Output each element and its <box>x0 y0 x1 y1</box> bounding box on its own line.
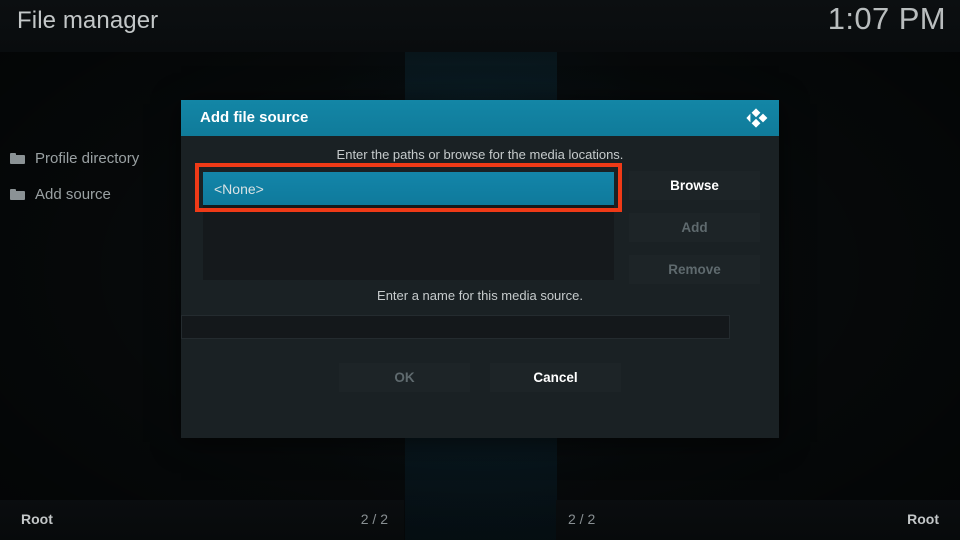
add-file-source-dialog: Add file source Enter the paths or brows… <box>181 100 779 438</box>
folder-icon <box>10 152 25 164</box>
add-button[interactable]: Add <box>629 213 760 242</box>
path-list-row-label: <None> <box>214 180 264 197</box>
page-title: File manager <box>17 7 159 34</box>
status-bar-right: 2 / 2 Root <box>556 500 960 540</box>
list-item-label: Profile directory <box>35 149 140 167</box>
folder-icon <box>10 188 25 200</box>
status-bar-left: Root 2 / 2 <box>0 500 404 540</box>
browse-button[interactable]: Browse <box>629 171 760 200</box>
clock: 1:07 PM <box>827 1 946 36</box>
status-left-count: 2 / 2 <box>360 511 388 527</box>
dialog-header: Add file source <box>181 100 779 136</box>
status-right-count: 2 / 2 <box>568 511 596 527</box>
media-source-name-input[interactable] <box>181 315 730 339</box>
status-right-root: Root <box>907 511 939 527</box>
cancel-button[interactable]: Cancel <box>490 363 621 392</box>
top-bar: File manager 1:07 PM <box>0 0 960 52</box>
dialog-title: Add file source <box>200 109 309 126</box>
dialog-footer-buttons: OK Cancel <box>181 363 779 392</box>
kodi-file-manager-screen: File manager 1:07 PM Profile directory A… <box>0 0 960 540</box>
kodi-logo-icon <box>746 108 768 128</box>
dialog-hint-paths: Enter the paths or browse for the media … <box>336 147 624 162</box>
list-item-label: Add source <box>35 185 111 203</box>
path-side-buttons: Browse Add Remove <box>629 171 760 284</box>
path-area: <None> Browse Add Remove <box>181 163 779 284</box>
status-left-root: Root <box>21 511 53 527</box>
ok-button[interactable]: OK <box>339 363 470 392</box>
remove-button[interactable]: Remove <box>629 255 760 284</box>
dialog-hint-name: Enter a name for this media source. <box>377 288 583 303</box>
path-list-row-selected[interactable]: <None> <box>203 172 614 205</box>
